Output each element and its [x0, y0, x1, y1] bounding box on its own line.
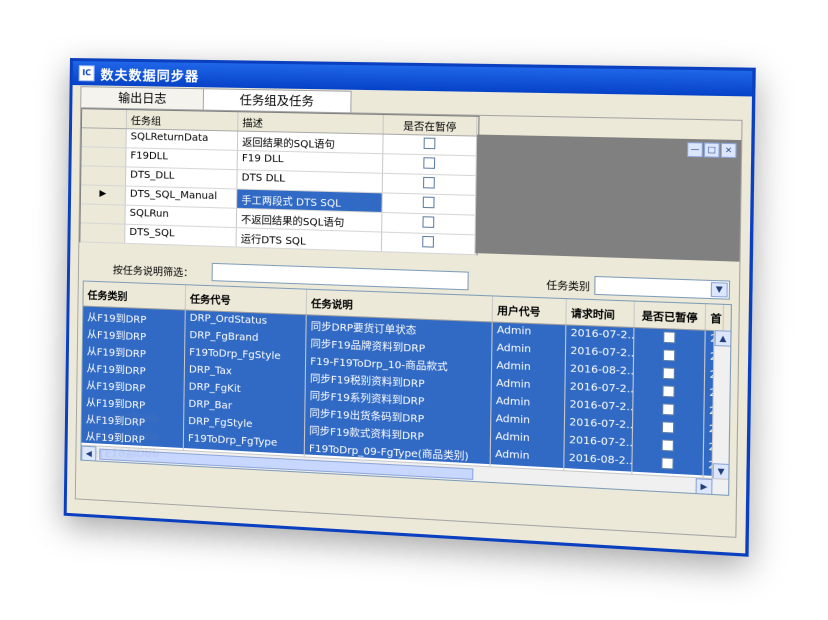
minimize-icon[interactable]: —	[687, 142, 703, 157]
task-paused-checkbox[interactable]	[663, 367, 675, 379]
maximize-icon[interactable]: □	[704, 142, 720, 157]
task-group-name: DTS_DLL	[126, 167, 238, 188]
row-selector[interactable]	[82, 128, 127, 147]
task-group-name: DTS_SQL_Manual	[126, 187, 238, 208]
reflection-line: 从F19到DRP	[94, 426, 159, 444]
paused-checkbox-cell[interactable]	[383, 174, 477, 195]
reflection-line: 从F19到DRP	[94, 409, 159, 427]
task-paused-checkbox[interactable]	[663, 331, 675, 343]
paused-checkbox[interactable]	[422, 216, 434, 228]
task-group-name: SQLReturnData	[127, 129, 239, 150]
row-selector[interactable]	[81, 204, 126, 223]
mini-window-controls: — □ ×	[687, 142, 737, 158]
task-group-description: 运行DTS SQL	[237, 228, 383, 251]
paused-checkbox[interactable]	[422, 236, 434, 248]
row-selector-arrow-icon[interactable]: ▶	[81, 185, 126, 204]
screenshot-stage: IC 数夫数据同步器 输出日志 任务组及任务 任务组 描述 是否在暂停 SQLR…	[0, 0, 828, 620]
paused-checkbox[interactable]	[424, 138, 436, 150]
scroll-up-icon[interactable]: ▲	[714, 330, 731, 347]
window-reflection: 从F19到DRP 从F19到DRP 从F19到DRP	[70, 393, 749, 510]
paused-checkbox[interactable]	[423, 197, 435, 209]
task-group-table: 任务组 描述 是否在暂停 SQLReturnData 返回结果的SQL语句 F1…	[79, 108, 479, 255]
task-group-description: F19 DLL	[238, 151, 384, 173]
paused-checkbox-cell[interactable]	[383, 154, 477, 175]
task-type-select[interactable]: ▼	[594, 276, 730, 300]
close-icon[interactable]: ×	[721, 143, 737, 158]
reflection-text: 从F19到DRP 从F19到DRP 从F19到DRP	[94, 409, 159, 461]
column-header-task-code[interactable]: 任务代号	[186, 285, 307, 314]
row-selector-header	[82, 109, 127, 128]
paused-checkbox-cell[interactable]	[382, 213, 476, 234]
empty-detail-area: — □ ×	[475, 135, 741, 262]
column-header-user[interactable]: 用户代号	[493, 296, 567, 324]
filter-spacer	[469, 281, 547, 284]
column-header-task-group[interactable]: 任务组	[127, 110, 239, 130]
task-group-name: DTS_SQL	[125, 225, 237, 247]
column-header-task-category[interactable]: 任务类别	[83, 282, 186, 310]
task-group-description: DTS DLL	[237, 170, 383, 192]
paused-checkbox-cell[interactable]	[383, 135, 477, 156]
row-selector[interactable]	[81, 166, 126, 185]
task-group-name: F19DLL	[126, 148, 238, 169]
column-header-paused[interactable]: 是否已暂停	[635, 302, 707, 330]
app-icon: IC	[79, 65, 95, 81]
window-title: 数夫数据同步器	[100, 64, 199, 85]
task-group-description: 返回结果的SQL语句	[238, 132, 384, 154]
paused-checkbox[interactable]	[423, 177, 435, 189]
paused-checkbox-cell[interactable]	[382, 233, 476, 255]
column-header-paused[interactable]: 是否在暂停	[384, 115, 478, 136]
filter-label: 按任务说明筛选：	[113, 261, 212, 280]
column-header-request-time[interactable]: 请求时间	[566, 299, 634, 327]
task-type-label: 任务类别	[546, 276, 590, 293]
task-paused-checkbox[interactable]	[663, 349, 675, 361]
row-selector[interactable]	[80, 223, 125, 242]
column-header-extra[interactable]: 首	[706, 304, 724, 330]
reflection-line: 从F19到DRP	[94, 443, 159, 460]
column-header-description[interactable]: 描述	[238, 112, 384, 133]
chevron-down-icon[interactable]: ▼	[711, 282, 728, 297]
paused-checkbox[interactable]	[423, 157, 435, 169]
row-selector[interactable]	[81, 147, 126, 166]
paused-checkbox-cell[interactable]	[382, 193, 476, 214]
task-group-name: SQLRun	[125, 206, 237, 227]
